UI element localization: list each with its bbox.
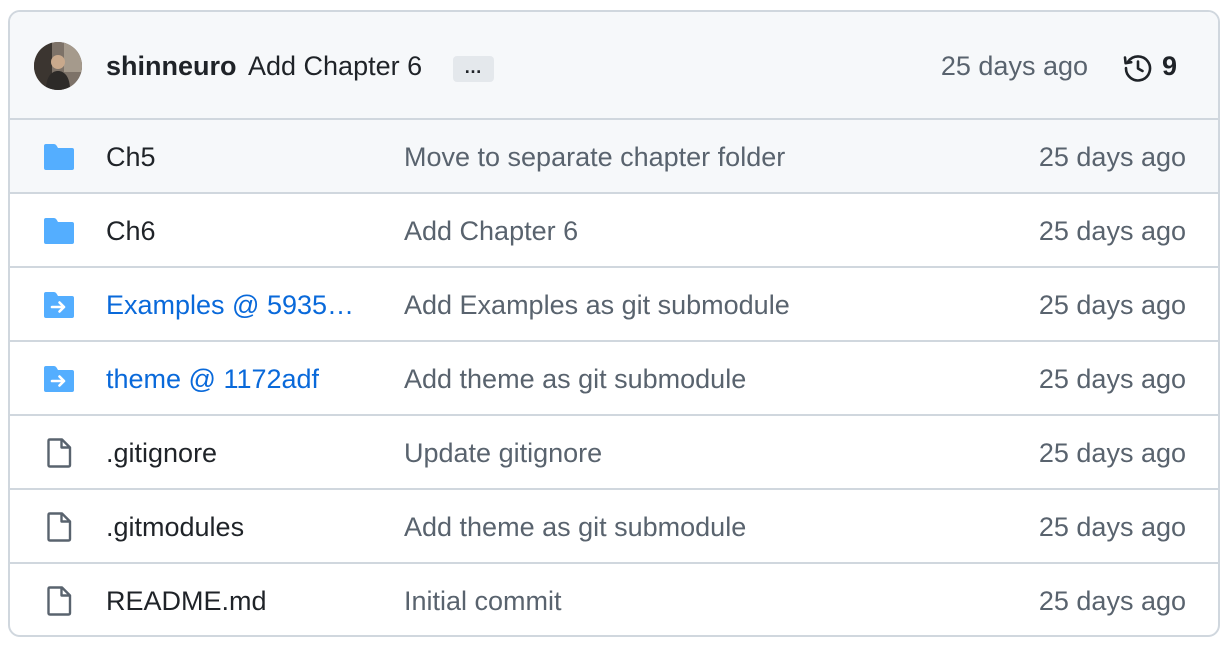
file-icon — [42, 437, 76, 469]
file-name-link[interactable]: README.md — [106, 585, 267, 617]
file-browser: shinneuro Add Chapter 6 … 25 days ago 9 … — [8, 10, 1220, 637]
file-row[interactable]: Ch5 Move to separate chapter folder 25 day… — [10, 120, 1218, 194]
commit-time[interactable]: 25 days ago — [1039, 437, 1186, 469]
commit-author-link[interactable]: shinneuro — [106, 50, 237, 82]
file-row[interactable]: .gitignore Update gitignore 25 days ago — [10, 416, 1218, 490]
commit-message-link[interactable]: Add Chapter 6 — [404, 215, 578, 247]
submodule-folder-icon — [42, 289, 76, 321]
latest-commit-bar: shinneuro Add Chapter 6 … 25 days ago 9 — [10, 12, 1218, 120]
file-name-link[interactable]: Ch5 — [106, 141, 156, 173]
commit-time[interactable]: 25 days ago — [1039, 585, 1186, 617]
file-row[interactable]: .gitmodules Add theme as git submodule 25 … — [10, 490, 1218, 564]
commit-message-link[interactable]: Move to separate chapter folder — [404, 141, 785, 173]
commit-count: 9 — [1162, 51, 1178, 81]
folder-icon — [42, 215, 76, 247]
file-icon — [42, 511, 76, 543]
commit-time[interactable]: 25 days ago — [1039, 289, 1186, 321]
file-name-link[interactable]: theme @ 1172adf — [106, 363, 319, 395]
history-icon — [1123, 55, 1152, 82]
folder-icon — [42, 141, 76, 173]
expand-commit-message-button[interactable]: … — [453, 56, 494, 82]
commit-time[interactable]: 25 days ago — [1039, 215, 1186, 247]
commit-time[interactable]: 25 days ago — [941, 50, 1088, 82]
file-name-link[interactable]: Ch6 — [106, 215, 156, 247]
file-row[interactable]: Ch6 Add Chapter 6 25 days ago — [10, 194, 1218, 268]
commit-message-link[interactable]: Add Examples as git submodule — [404, 289, 790, 321]
file-row[interactable]: theme @ 1172adf Add theme as git submodul… — [10, 342, 1218, 416]
commit-message-link[interactable]: Add theme as git submodule — [404, 511, 746, 543]
commit-message-link[interactable]: Update gitignore — [404, 437, 602, 469]
commit-time[interactable]: 25 days ago — [1039, 511, 1186, 543]
submodule-folder-icon — [42, 363, 76, 395]
commit-message-link[interactable]: Add theme as git submodule — [404, 363, 746, 395]
file-row[interactable]: Examples @ 5935… Add Examples as git subm… — [10, 268, 1218, 342]
file-name-link[interactable]: Examples @ 5935… — [106, 289, 354, 321]
commit-message-link[interactable]: Initial commit — [404, 585, 562, 617]
file-name-link[interactable]: .gitmodules — [106, 511, 244, 543]
file-name-link[interactable]: .gitignore — [106, 437, 217, 469]
file-list: Ch5 Move to separate chapter folder 25 day… — [10, 120, 1218, 635]
commit-message-link[interactable]: Add Chapter 6 — [248, 50, 422, 82]
avatar[interactable] — [34, 42, 82, 90]
file-row[interactable]: README.md Initial commit 25 days ago — [10, 564, 1218, 635]
commit-time[interactable]: 25 days ago — [1039, 363, 1186, 395]
commit-time[interactable]: 25 days ago — [1039, 141, 1186, 173]
file-icon — [42, 585, 76, 617]
